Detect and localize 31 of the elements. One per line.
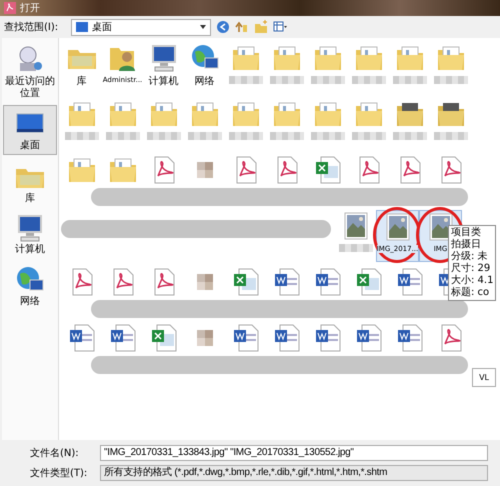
desktop-icon bbox=[76, 22, 88, 32]
sidebar-item[interactable]: 网络 bbox=[4, 262, 56, 309]
tooltip-text: 尺寸: 29 bbox=[451, 263, 492, 274]
tooltip-text: 拍摄日 bbox=[451, 239, 482, 250]
field-label: 文件名(N): bbox=[30, 446, 80, 460]
tooltip-text: 项目类 bbox=[451, 227, 482, 238]
look-in-label: 查找范围(I): bbox=[4, 20, 60, 34]
file-name: 库 bbox=[76, 74, 86, 88]
pixelated-icon bbox=[196, 330, 212, 346]
view-menu-icon[interactable] bbox=[273, 20, 287, 34]
field-label: 文件类型(T): bbox=[30, 466, 88, 480]
sidebar-item[interactable]: 计算机 bbox=[4, 210, 56, 258]
caret-icon bbox=[200, 25, 206, 29]
popup-text: VL bbox=[472, 368, 496, 387]
tooltip-text: 分级: 未 bbox=[451, 251, 489, 262]
sidebar-item[interactable]: 最近访问的位置 bbox=[4, 42, 56, 101]
location-dropdown[interactable]: 桌面 bbox=[71, 18, 211, 36]
file-type-dropdown[interactable]: 所有支持的格式 (*.pdf,*.dwg,*.bmp,*.rle,*.dib,*.gif,*.html,*.htm,*.shtm bbox=[100, 465, 488, 481]
file-name: 网络 bbox=[194, 75, 214, 88]
window-title: 打开 bbox=[20, 2, 40, 15]
sidebar-item[interactable]: 桌面 bbox=[3, 105, 57, 154]
up-folder-icon[interactable] bbox=[235, 20, 249, 34]
sidebar-item[interactable]: 库 bbox=[4, 158, 56, 206]
pixelated-icon bbox=[196, 162, 212, 178]
back-icon[interactable] bbox=[216, 20, 230, 34]
app-icon bbox=[4, 2, 16, 14]
file-name-field[interactable]: "IMG_20170331_133843.jpg" "IMG_20170331_130552.jpg" bbox=[100, 445, 488, 461]
tooltip-text: 标题: co bbox=[451, 287, 490, 299]
tooltip-text: 大小: 4.1 bbox=[451, 275, 494, 286]
file-name: 计算机 bbox=[148, 74, 178, 88]
pixelated-icon bbox=[196, 274, 212, 290]
